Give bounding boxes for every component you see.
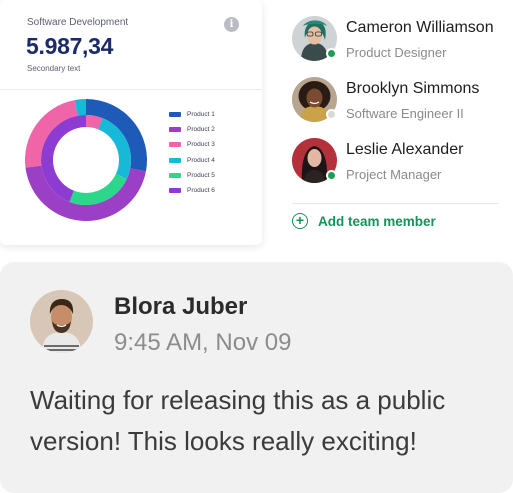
message-body: Waiting for releasing this as a public v… [30,385,446,456]
member-role: Product Designer [346,45,447,60]
legend-swatch [169,127,181,133]
member-name: Brooklyn Simmons [346,80,480,97]
legend-item: Product 1 [169,107,215,122]
status-online-indicator [326,48,337,59]
chart-legend: Product 1 Product 2 Product 3 Product 4 Prod… [169,107,215,198]
team-member-brooklyn[interactable]: Brooklyn Simmons Software Engineer II [292,77,507,125]
legend-swatch [169,112,181,118]
legend-swatch [169,188,181,194]
info-icon[interactable]: i [224,17,239,32]
legend-label: Product 3 [187,141,215,149]
legend-item: Product 5 [169,168,215,183]
add-team-member-button[interactable]: + Add team member [292,211,436,231]
card-divider [0,89,262,90]
member-name: Leslie Alexander [346,141,464,158]
message-author: Blora Juber [114,293,248,320]
member-role: Software Engineer II [346,106,464,121]
card-value: 5.987,34 [26,33,114,59]
legend-label: Product 5 [187,171,215,179]
legend-swatch [169,172,181,178]
legend-swatch [169,157,181,163]
member-role: Project Manager [346,167,442,182]
card-secondary-text: Secondary text [27,64,81,73]
legend-label: Product 6 [187,187,215,195]
legend-label: Product 4 [187,156,215,164]
legend-swatch [169,142,181,148]
legend-item: Product 2 [169,122,215,137]
team-member-leslie[interactable]: Leslie Alexander Project Manager [292,138,507,186]
message-card: Blora Juber 9:45 AM, Nov 09 Waiting for … [0,262,513,493]
plus-circle-icon: + [292,213,308,229]
legend-item: Product 4 [169,153,215,168]
legend-label: Product 1 [187,111,215,119]
card-subtitle: Software Development [27,17,129,28]
message-timestamp: 9:45 AM, Nov 09 [114,329,292,356]
add-team-member-label: Add team member [318,213,436,229]
avatar-wrapper [292,16,337,61]
donut-chart [25,99,147,221]
avatar [30,290,93,353]
status-offline-indicator [326,109,337,120]
status-online-indicator [326,170,337,181]
avatar-wrapper [292,77,337,122]
team-member-cameron[interactable]: Cameron Williamson Product Designer [292,16,507,64]
legend-label: Product 2 [187,126,215,134]
member-name: Cameron Williamson [346,19,494,36]
team-divider [292,203,498,204]
analytics-card: Software Development 5.987,34 Secondary … [0,0,262,245]
avatar-wrapper [292,138,337,183]
legend-item: Product 6 [169,183,215,198]
legend-item: Product 3 [169,137,215,152]
